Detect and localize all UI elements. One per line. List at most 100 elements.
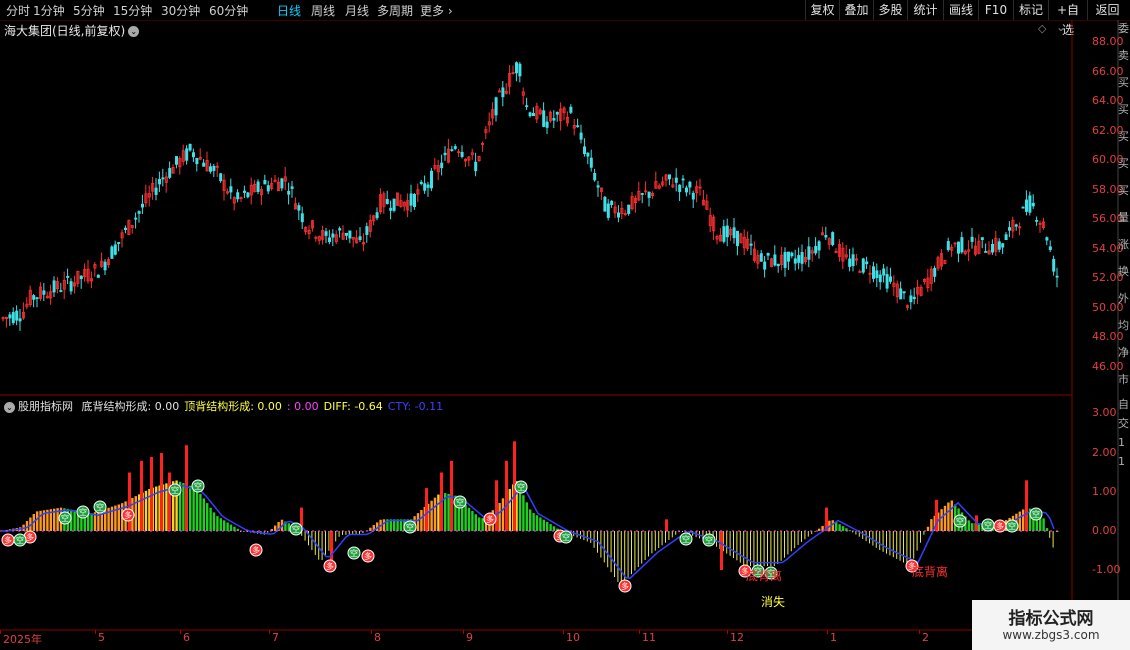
signal-spike bbox=[665, 519, 668, 531]
histogram-bar bbox=[182, 483, 185, 531]
side-strip-label: 1 bbox=[1118, 436, 1125, 449]
histogram-bar bbox=[784, 531, 785, 558]
indicator-tick: 3.00 bbox=[1092, 406, 1117, 419]
histogram-bar bbox=[518, 488, 522, 531]
side-strip-label: 买 bbox=[1118, 157, 1129, 170]
side-strip-label: 外 bbox=[1118, 292, 1129, 305]
candle-body bbox=[79, 275, 83, 280]
histogram-bar bbox=[590, 531, 592, 543]
candle-body bbox=[515, 62, 519, 74]
histogram-bar bbox=[899, 531, 901, 561]
candle-body bbox=[640, 193, 644, 195]
histogram-bar bbox=[614, 531, 615, 578]
date-tick-mark bbox=[371, 630, 372, 634]
side-strip-label: 交 bbox=[1118, 417, 1129, 430]
date-tick-mark bbox=[563, 630, 564, 634]
histogram-bar bbox=[733, 531, 734, 559]
signal-spike bbox=[720, 531, 723, 570]
histogram-bar bbox=[1042, 518, 1045, 531]
histogram-bar bbox=[675, 531, 677, 535]
candle-body bbox=[749, 243, 753, 246]
candle-body bbox=[787, 251, 791, 262]
candle-body bbox=[555, 111, 559, 115]
candle-body bbox=[545, 121, 549, 128]
candle-body bbox=[1008, 227, 1012, 231]
candle-body bbox=[443, 152, 447, 156]
signal-spike bbox=[1025, 480, 1028, 531]
candle-body bbox=[627, 204, 631, 214]
candle-body bbox=[583, 146, 587, 155]
candle-body bbox=[1001, 243, 1005, 248]
histogram-bar bbox=[39, 510, 42, 531]
candle-body bbox=[1045, 237, 1049, 241]
date-tick-mark bbox=[269, 630, 270, 634]
histogram-bar bbox=[848, 530, 851, 532]
candle-body bbox=[525, 105, 529, 108]
sell-marker-label: 多 bbox=[486, 514, 494, 524]
candle-body bbox=[1004, 234, 1008, 241]
candle-body bbox=[586, 152, 590, 157]
candle-body bbox=[113, 244, 117, 255]
candle-body bbox=[518, 63, 522, 77]
histogram-bar bbox=[501, 498, 505, 531]
histogram-bar bbox=[212, 512, 216, 531]
histogram-bar bbox=[529, 509, 532, 531]
candle-body bbox=[18, 318, 22, 322]
date-tick: 7 bbox=[272, 631, 279, 644]
candle-body bbox=[807, 246, 811, 260]
side-strip-label: 净 bbox=[1118, 346, 1129, 359]
candle-body bbox=[528, 112, 532, 117]
histogram-bar bbox=[804, 531, 806, 540]
histogram-bar bbox=[940, 509, 943, 531]
candle-body bbox=[589, 157, 593, 168]
watermark-logo: 指标公式网 www.zbgs3.com bbox=[972, 600, 1130, 650]
side-strip-label: 涨 bbox=[1118, 238, 1129, 251]
histogram-bar bbox=[1045, 528, 1049, 531]
sell-marker-label: 多 bbox=[4, 535, 12, 545]
histogram-bar bbox=[610, 531, 612, 573]
candle-body bbox=[412, 193, 416, 207]
candle-body bbox=[991, 244, 995, 253]
candle-body bbox=[168, 168, 172, 178]
histogram-bar bbox=[777, 531, 779, 565]
candle-body bbox=[117, 242, 121, 244]
histogram-bar bbox=[362, 531, 364, 534]
histogram-bar bbox=[226, 522, 229, 531]
candle-body bbox=[797, 255, 801, 263]
histogram-bar bbox=[886, 531, 887, 554]
histogram-bar bbox=[896, 531, 898, 559]
candle-body bbox=[474, 161, 478, 172]
candle-body bbox=[674, 177, 678, 183]
candle-body bbox=[776, 263, 780, 267]
side-strip-label: 量 bbox=[1118, 211, 1129, 224]
candle-body bbox=[344, 232, 348, 236]
histogram-bar bbox=[879, 531, 881, 550]
candle-body bbox=[365, 226, 369, 235]
candle-body bbox=[229, 186, 233, 193]
histogram-bar bbox=[627, 531, 629, 578]
histogram-bar bbox=[875, 531, 877, 548]
sell-marker-label: 多 bbox=[124, 510, 132, 520]
date-tick: 2 bbox=[922, 631, 929, 644]
candle-body bbox=[188, 143, 192, 151]
histogram-bar bbox=[644, 531, 646, 561]
histogram-bar bbox=[318, 531, 320, 560]
candle-body bbox=[902, 291, 906, 294]
signal-spike bbox=[505, 460, 508, 531]
histogram-bar bbox=[522, 495, 525, 531]
histogram-bar bbox=[729, 531, 731, 556]
candle-body bbox=[280, 178, 284, 189]
date-tick-mark bbox=[919, 630, 920, 634]
chart-canvas[interactable]: 多多多多多多多多多多多多空空空空空空空空空空空空空空空空空空空空底背离底背离消失 bbox=[0, 0, 1130, 650]
histogram-bar bbox=[753, 531, 755, 567]
sell-marker-label: 多 bbox=[996, 521, 1004, 531]
histogram-bar bbox=[773, 531, 775, 567]
buy-marker-label: 空 bbox=[562, 532, 570, 542]
candle-body bbox=[861, 258, 865, 273]
histogram-bar bbox=[760, 531, 762, 567]
chevron-down-icon[interactable]: ⌄ bbox=[4, 401, 15, 413]
histogram-bar bbox=[437, 494, 440, 531]
watermark-title: 指标公式网 bbox=[1008, 609, 1094, 629]
candle-body bbox=[338, 228, 342, 231]
histogram-bar bbox=[498, 502, 501, 531]
